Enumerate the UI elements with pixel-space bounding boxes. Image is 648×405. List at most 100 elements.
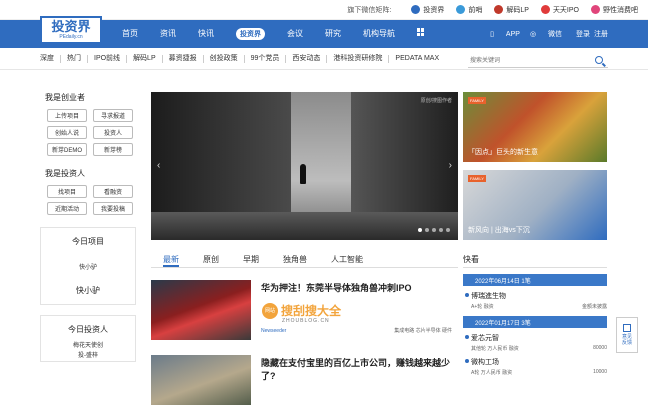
subnav-item[interactable]: 港科投资研修院 bbox=[327, 54, 390, 63]
tab-latest[interactable]: 最新 bbox=[163, 250, 179, 267]
seek-report-button[interactable]: 寻求报道 bbox=[93, 109, 133, 122]
investor-button[interactable]: 投资人 bbox=[93, 126, 133, 139]
subnav-item[interactable]: 解码LP bbox=[127, 54, 163, 63]
watermark-badge: 网站 bbox=[262, 302, 278, 319]
nav-more[interactable] bbox=[417, 28, 425, 40]
carousel-dot[interactable] bbox=[425, 228, 429, 232]
find-project-button[interactable]: 找项目 bbox=[47, 185, 87, 198]
nav-institution[interactable]: 机构导航 bbox=[363, 28, 395, 40]
matrix-link-qianshao[interactable]: 前哨 bbox=[456, 5, 482, 15]
search-icon[interactable] bbox=[595, 56, 603, 64]
tiantianipo-icon bbox=[540, 5, 550, 14]
main-nav: 投资界 PEdaily.cn 首页 资讯 快讯 投资界 会议 研究 机构导航 ▯… bbox=[0, 16, 648, 48]
thumb-tag: FAMILY bbox=[468, 97, 486, 104]
subnav-item[interactable]: 募资捷报 bbox=[163, 54, 204, 63]
search-input[interactable] bbox=[468, 54, 608, 68]
subnav-item[interactable]: 99个党员 bbox=[245, 54, 287, 63]
view-funding-button[interactable]: 看融资 bbox=[93, 185, 133, 198]
flash-company[interactable]: 爱芯元智 bbox=[471, 333, 607, 343]
edit-icon bbox=[623, 324, 631, 332]
article-item[interactable]: 隐藏在支付宝里的百亿上市公司，赚钱越来越少了? bbox=[151, 355, 458, 405]
feedback-float[interactable]: 意见 反馈 bbox=[616, 317, 638, 353]
carousel-dot[interactable] bbox=[439, 228, 443, 232]
article-image[interactable] bbox=[151, 280, 251, 340]
wechat-matrix-label: 旗下微信矩阵: bbox=[347, 6, 392, 14]
hero-carousel[interactable]: 原创/搜图作者 ‹ › bbox=[151, 92, 458, 240]
flash-date: 2022年01月17日 3笔 bbox=[463, 316, 607, 328]
tab-early[interactable]: 早期 bbox=[243, 250, 259, 267]
touzijie-icon bbox=[411, 5, 421, 14]
register-link[interactable]: 注册 bbox=[594, 29, 608, 39]
thumb-title: 新风向 | 出海vs下沉 bbox=[468, 227, 530, 234]
flash-round: 其他轮 万人民币 融资 bbox=[471, 346, 519, 352]
tab-original[interactable]: 原创 bbox=[203, 250, 219, 267]
flash-round: A轮 万人民币 融资 bbox=[471, 370, 513, 376]
nav-right: ▯ APP ◎ 微信 登录 注册 bbox=[480, 20, 608, 48]
subnav-item[interactable]: 深度 bbox=[40, 54, 61, 63]
matrix-link-yexing[interactable]: 野性消费吧 bbox=[591, 5, 638, 15]
flash-company[interactable]: 博瑞進生物 bbox=[471, 291, 607, 301]
matrix-link-tiantianipo[interactable]: 天天IPO bbox=[540, 5, 579, 15]
founder-talk-button[interactable]: 创始人说 bbox=[47, 126, 87, 139]
watermark-sub: ZHOUBLOG.CN bbox=[282, 318, 330, 324]
feature-thumb[interactable]: FAMILY 「因点」巨头的新生意 bbox=[463, 92, 607, 162]
article-tags: 集成电路 芯片半导体 硬件 bbox=[394, 328, 452, 334]
nav-meeting[interactable]: 会议 bbox=[287, 28, 303, 40]
subnav-item[interactable]: IPO前线 bbox=[88, 54, 128, 63]
founder-title: 我是创业者 bbox=[45, 93, 85, 102]
today-project-title: 今日项目 bbox=[72, 237, 104, 246]
subnav-item[interactable]: 西安动态 bbox=[286, 54, 328, 63]
tab-unicorn[interactable]: 独角兽 bbox=[283, 250, 307, 267]
carousel-dot[interactable] bbox=[418, 228, 422, 232]
article-source: Newseeder bbox=[261, 328, 287, 334]
nav-touzijie[interactable]: 投资界 bbox=[236, 28, 265, 40]
grid-icon bbox=[417, 28, 425, 36]
subnav-item[interactable]: PEDATA MAX bbox=[389, 55, 445, 63]
flash-amount: 金额未披露 bbox=[581, 304, 607, 310]
app-link[interactable]: ▯ APP bbox=[490, 30, 520, 38]
founder-buttons: 上传项目 寻求报道 创始人说 投资人 新芽DEMO 新芽榜 bbox=[47, 109, 136, 156]
investor-name: 梅花天使创 bbox=[72, 343, 103, 349]
article-title[interactable]: 华为押注！东莞半导体独角兽冲刺IPO bbox=[261, 282, 451, 295]
flash-item[interactable]: 微构工场 A轮 万人民币 融资 10000 bbox=[463, 357, 607, 376]
flash-company[interactable]: 微构工场 bbox=[471, 357, 607, 367]
feature-thumb[interactable]: FAMILY 新风向 | 出海vs下沉 bbox=[463, 170, 607, 240]
nav-home[interactable]: 首页 bbox=[122, 28, 138, 40]
carousel-dots bbox=[415, 228, 450, 232]
upload-project-button[interactable]: 上传项目 bbox=[47, 109, 87, 122]
today-project-card[interactable]: 今日项目 快小驴 快小驴 bbox=[40, 227, 136, 305]
nav-research[interactable]: 研究 bbox=[325, 28, 341, 40]
wechat-link[interactable]: ◎ 微信 bbox=[530, 29, 562, 39]
subnav-item[interactable]: 热门 bbox=[61, 54, 88, 63]
article-title[interactable]: 隐藏在支付宝里的百亿上市公司，赚钱越来越少了? bbox=[261, 357, 451, 383]
prev-arrow-icon[interactable]: ‹ bbox=[157, 160, 160, 171]
flash-item[interactable]: 博瑞進生物 A+轮 融资 金额未披露 bbox=[463, 291, 607, 310]
thumb-tag: FAMILY bbox=[468, 175, 486, 182]
matrix-link-jiemalp[interactable]: 解码LP bbox=[494, 5, 529, 15]
matrix-link-touzijie[interactable]: 投资界 bbox=[411, 5, 444, 15]
recent-events-button[interactable]: 近期活动 bbox=[47, 202, 87, 215]
article-image[interactable] bbox=[151, 355, 251, 405]
next-arrow-icon[interactable]: › bbox=[449, 160, 452, 171]
tab-ai[interactable]: 人工智能 bbox=[331, 250, 363, 267]
carousel-dot[interactable] bbox=[446, 228, 450, 232]
demo-button[interactable]: 新芽DEMO bbox=[47, 143, 87, 156]
subnav-item[interactable]: 创投政策 bbox=[204, 54, 245, 63]
today-investor-title: 今日投资人 bbox=[68, 325, 108, 334]
nav-news[interactable]: 资讯 bbox=[160, 28, 176, 40]
watermark-title: 搜刮搜大全 bbox=[281, 304, 342, 318]
flash-title: 快看 bbox=[463, 250, 607, 268]
flash-amount: 10000 bbox=[593, 369, 607, 375]
news-tabs: 最新 原创 早期 独角兽 人工智能 bbox=[151, 250, 458, 268]
carousel-dot[interactable] bbox=[432, 228, 436, 232]
flash-news: 快看 2022年06月14日 1笔 博瑞進生物 A+轮 融资 金额未披露 2022… bbox=[463, 250, 607, 376]
submit-article-button[interactable]: 我要投稿 bbox=[93, 202, 133, 215]
newbud-list-button[interactable]: 新芽榜 bbox=[93, 143, 133, 156]
flash-item[interactable]: 爱芯元智 其他轮 万人民币 融资 80000 bbox=[463, 333, 607, 352]
login-link[interactable]: 登录 bbox=[576, 29, 590, 39]
investor-buttons: 找项目 看融资 近期活动 我要投稿 bbox=[47, 185, 136, 215]
yexing-icon bbox=[591, 5, 600, 14]
site-logo[interactable]: 投资界 PEdaily.cn bbox=[40, 16, 102, 44]
nav-flash[interactable]: 快讯 bbox=[198, 28, 214, 40]
today-investor-card[interactable]: 今日投资人 梅花天使创 投-盛梓 bbox=[40, 315, 136, 362]
